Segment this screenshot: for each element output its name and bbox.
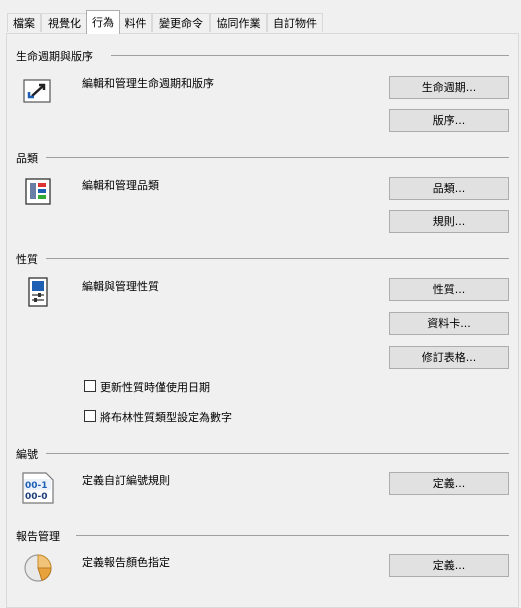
section-title-numbering: 編號 [16, 448, 38, 461]
tab-change-orders[interactable]: 變更命令 [152, 13, 210, 32]
numbering-icon-text-2: 00-0 [25, 492, 48, 502]
tab-bar: 檔案 視覺化 行為 料件 變更命令 協同作業 自訂物件 [0, 0, 521, 34]
lifecycle-description: 編輯和管理生命週期和版序 [82, 77, 214, 90]
divider [46, 258, 509, 259]
pie-chart-icon [21, 551, 55, 585]
divider [46, 157, 509, 158]
tab-visualization[interactable]: 視覺化 [41, 13, 88, 32]
define-numbering-button[interactable]: 定義... [389, 472, 509, 495]
revision-table-button[interactable]: 修訂表格... [389, 346, 509, 369]
numbering-description: 定義自訂編號規則 [82, 474, 170, 487]
properties-description: 編輯與管理性質 [82, 280, 159, 293]
lifecycle-arrows-icon [21, 74, 55, 108]
category-grid-icon [21, 174, 55, 208]
properties-card-icon [21, 275, 55, 309]
divider [111, 55, 509, 56]
date-only-checkbox[interactable] [84, 380, 96, 392]
revision-sequence-button[interactable]: 版序... [389, 109, 509, 132]
numbering-icon-text-1: 00-1 [25, 481, 48, 491]
data-card-button[interactable]: 資料卡... [389, 312, 509, 335]
properties-button[interactable]: 性質... [389, 278, 509, 301]
category-button[interactable]: 品類... [389, 177, 509, 200]
lifecycle-button[interactable]: 生命週期... [389, 76, 509, 99]
boolean-as-number-checkbox-label: 將布林性質類型設定為數字 [100, 411, 232, 424]
section-title-report: 報告管理 [16, 530, 60, 543]
numbering-icon: 00-1 00-0 [20, 470, 56, 506]
tab-file[interactable]: 檔案 [7, 13, 41, 32]
section-title-category: 品類 [16, 152, 38, 165]
tab-custom-objects[interactable]: 自訂物件 [267, 13, 323, 32]
divider [46, 453, 509, 454]
define-report-colors-button[interactable]: 定義... [389, 554, 509, 577]
category-description: 編輯和管理品類 [82, 179, 159, 192]
tab-collaboration[interactable]: 協同作業 [210, 13, 267, 32]
rules-button[interactable]: 規則... [389, 210, 509, 233]
divider [76, 535, 509, 536]
tab-parts[interactable]: 料件 [119, 13, 152, 32]
boolean-as-number-checkbox[interactable] [84, 410, 96, 422]
tab-behavior[interactable]: 行為 [86, 10, 120, 34]
date-only-checkbox-label: 更新性質時僅使用日期 [100, 381, 210, 394]
report-description: 定義報告顏色指定 [82, 556, 170, 569]
section-title-properties: 性質 [16, 253, 38, 266]
section-title-lifecycle: 生命週期與版序 [16, 50, 93, 63]
